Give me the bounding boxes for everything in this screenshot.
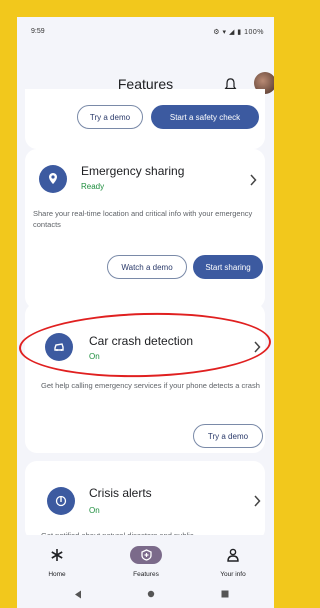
recents-icon[interactable] [221,590,229,598]
chevron-right-icon [254,495,261,507]
nav-features-label: Features [133,571,159,578]
chevron-right-icon [250,174,257,186]
crisis-alerts-card[interactable]: Crisis alerts On Get notified about natu… [25,461,265,541]
nav-home-label: Home [48,571,66,578]
nav-your-info-label: Your info [220,571,246,578]
phone-screen: 9:59 ⚙ ▾ ◢ ▮ 100% Features Try a demo St… [17,17,274,608]
back-icon[interactable] [74,590,82,599]
emergency-sharing-title: Emergency sharing [81,164,185,178]
emergency-sharing-card[interactable]: Emergency sharing Ready Share your real-… [25,149,265,309]
safety-check-try-demo-button[interactable]: Try a demo [77,105,143,129]
status-icons: ⚙ ▾ ◢ ▮ 100% [213,29,264,36]
system-navigation-bar [17,585,274,608]
start-sharing-button[interactable]: Start sharing [193,255,263,279]
emergency-sharing-description: Share your real-time location and critic… [33,209,253,229]
start-safety-check-button[interactable]: Start a safety check [151,105,259,129]
status-bar: 9:59 ⚙ ▾ ◢ ▮ 100% [17,17,274,47]
crisis-alerts-icon [47,487,75,515]
shield-icon [140,549,152,561]
car-crash-try-demo-button[interactable]: Try a demo [193,424,263,448]
asterisk-icon [51,549,63,561]
emergency-sharing-status: Ready [81,182,105,191]
car-crash-description: Get help calling emergency services if y… [41,381,260,390]
nav-features-active-indicator [130,546,162,564]
status-time: 9:59 [31,28,45,35]
crisis-alerts-title: Crisis alerts [89,486,152,500]
crisis-alerts-status: On [89,506,100,515]
safety-check-card: Try a demo Start a safety check [25,89,265,149]
bottom-navigation: Home Features Your info [17,535,274,587]
home-icon[interactable] [147,590,155,598]
person-icon [227,548,239,562]
emergency-sharing-icon [39,165,67,193]
watch-demo-button[interactable]: Watch a demo [107,255,187,279]
